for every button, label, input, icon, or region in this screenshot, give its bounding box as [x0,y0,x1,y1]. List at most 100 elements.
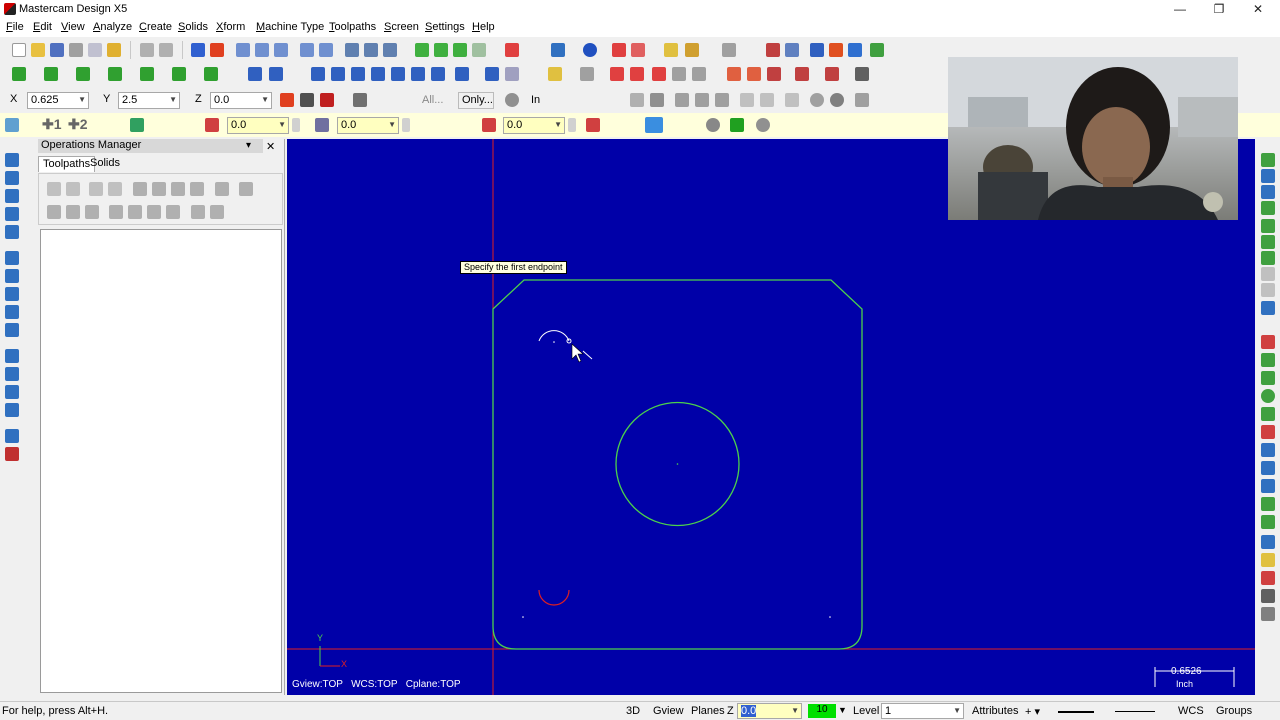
circle-tool-icon[interactable] [1261,389,1275,403]
clear-icon[interactable] [107,43,121,57]
snap-tool-icon[interactable] [1261,185,1275,199]
z-depth-input[interactable]: 0.0 ▼ [737,703,802,719]
trim-solid-tool-icon[interactable] [5,385,19,399]
all-button[interactable]: All... [422,94,443,106]
tab-solids[interactable]: Solids [86,156,124,172]
recent-tool-icon[interactable] [1261,283,1275,297]
verify-tool-icon[interactable] [1261,535,1275,549]
chain-icon[interactable] [650,93,664,107]
line-tool-icon[interactable] [1261,153,1275,167]
menu-edit[interactable]: Edit [33,21,52,33]
zoom-in-icon[interactable] [274,43,288,57]
layer-tool-icon[interactable] [1261,553,1275,567]
sphere-icon[interactable] [583,43,597,57]
extrude-icon[interactable] [204,67,218,81]
area-select-icon[interactable] [740,93,754,107]
single-op-icon[interactable] [191,205,205,219]
ops-pin-icon[interactable]: ▾ [246,140,251,151]
length-input[interactable]: 0.0 ▼ [227,117,289,134]
offset-icon[interactable] [391,67,405,81]
select-dirty-ops-icon[interactable] [66,182,80,196]
mach-tool-icon[interactable] [1261,571,1275,585]
wcs-button[interactable]: WCS [1178,705,1204,717]
regen-icon[interactable] [795,67,809,81]
apply-icon[interactable] [706,118,720,132]
menu-help[interactable]: Help [472,21,495,33]
redo-icon[interactable] [159,43,173,57]
line-style-icon[interactable] [1058,711,1094,713]
vector-select-icon[interactable] [715,93,729,107]
filter-icon[interactable] [785,93,799,107]
tool-icon[interactable] [672,67,686,81]
toggle-display-icon[interactable] [66,205,80,219]
menu-settings[interactable]: Settings [425,21,465,33]
rotate-xform-icon[interactable] [351,67,365,81]
xform-tool-icon[interactable] [1261,335,1275,349]
shell-tool-icon[interactable] [5,349,19,363]
close-button[interactable]: ✕ [1250,2,1266,16]
translucent-icon[interactable] [472,43,486,57]
blank-tool-icon[interactable] [1261,267,1275,281]
info-tool-icon[interactable] [1261,301,1275,315]
pointer-icon[interactable] [630,93,644,107]
spline-tool-icon[interactable] [1261,407,1275,421]
print-icon[interactable] [69,43,83,57]
solids-tool-icon[interactable] [5,251,19,265]
color-swatch[interactable]: 10 [808,704,836,718]
menu-analyze[interactable]: Analyze [93,21,132,33]
insert-after-icon[interactable] [147,205,161,219]
draft-tool-icon[interactable] [5,367,19,381]
coordinate-tool-icon[interactable] [1261,169,1275,183]
layout-tool-icon[interactable] [5,403,19,417]
autocursor-icon[interactable] [300,93,314,107]
polygon-select-icon[interactable] [695,93,709,107]
revolve-tool-icon[interactable] [5,269,19,283]
arc-icon[interactable] [76,67,90,81]
ribbon-help-icon[interactable] [353,93,367,107]
scale-icon[interactable] [371,67,385,81]
surface-tool-icon[interactable] [1261,443,1275,457]
angle-input[interactable]: 0.0 ▼ [337,117,399,134]
offset-spin-icon[interactable] [568,118,576,132]
globe-icon[interactable] [551,43,565,57]
minimize-button[interactable]: — [1172,2,1188,16]
hidden-line-icon[interactable] [453,43,467,57]
highfeed-icon[interactable] [215,182,229,196]
angle-icon[interactable] [315,118,329,132]
wireframe-tool-icon[interactable] [5,153,19,167]
library-icon[interactable] [692,67,706,81]
pocket-tool-icon[interactable] [5,225,19,239]
fast-point-icon[interactable] [280,93,294,107]
help-icon[interactable] [766,43,780,57]
solid-icon[interactable] [612,43,626,57]
g1-icon[interactable] [171,182,185,196]
ops-close-icon[interactable]: ✕ [266,140,275,153]
regen-dirty-icon[interactable] [108,182,122,196]
brush-icon[interactable] [722,43,736,57]
point-icon[interactable] [12,67,26,81]
level-label[interactable]: Level [853,705,879,717]
note-icon[interactable] [505,67,519,81]
toolpath-icon[interactable] [785,43,799,57]
loft-tool-icon[interactable] [5,305,19,319]
delete-icon[interactable] [210,43,224,57]
drill-tool-icon[interactable] [5,207,19,221]
print-tool-icon[interactable] [1261,589,1275,603]
simulate-icon[interactable] [829,43,843,57]
graphics-viewport[interactable]: Specify the first endpoint Y X Gview:TOP… [287,139,1255,695]
y-coordinate-input[interactable]: 2.5 ▼ [118,92,180,109]
maximize-button[interactable]: ❐ [1211,2,1227,16]
regen-ops-icon[interactable] [89,182,103,196]
tangent-icon[interactable] [645,117,663,133]
groups-button[interactable]: Groups [1216,705,1252,717]
view-icon[interactable] [383,43,397,57]
cancel-x-icon[interactable] [320,93,334,107]
mirror-icon[interactable] [331,67,345,81]
pan-icon[interactable] [345,43,359,57]
line-icon[interactable] [44,67,58,81]
multi-line-icon[interactable] [130,118,144,132]
only-button[interactable]: Only... [458,92,494,109]
add-tool-icon[interactable] [1261,353,1275,367]
offset-tool-icon[interactable] [1261,515,1275,529]
globe-tool-icon[interactable] [1261,461,1275,475]
